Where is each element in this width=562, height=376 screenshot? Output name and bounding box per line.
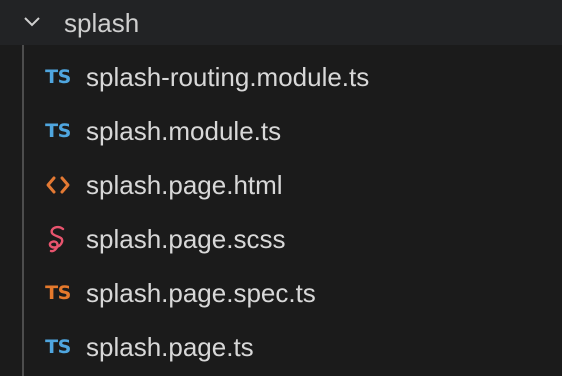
file-row-splash-page-ts[interactable]: TS splash.page.ts <box>0 322 562 376</box>
typescript-icon: TS <box>45 336 71 358</box>
file-explorer: splash TS splash-routing.module.ts TS sp… <box>0 0 562 376</box>
file-row-splash-module[interactable]: TS splash.module.ts <box>0 106 562 160</box>
file-row-splash-page-scss[interactable]: splash.page.scss <box>0 214 562 268</box>
file-name: splash.page.ts <box>86 332 254 362</box>
folder-row-splash[interactable]: splash <box>0 0 562 45</box>
file-row-splash-routing-module[interactable]: TS splash-routing.module.ts <box>0 52 562 106</box>
file-name: splash.page.html <box>86 170 283 200</box>
file-name: splash.module.ts <box>86 116 282 146</box>
chevron-down-icon[interactable] <box>22 12 42 32</box>
folder-label: splash <box>64 8 140 38</box>
typescript-icon: TS <box>45 66 71 88</box>
file-row-splash-page-spec-ts[interactable]: TS splash.page.spec.ts <box>0 268 562 322</box>
file-name: splash.page.spec.ts <box>86 278 316 308</box>
file-name: splash.page.scss <box>86 224 286 254</box>
typescript-test-icon: TS <box>45 282 71 304</box>
html-icon <box>40 170 76 200</box>
file-name: splash-routing.module.ts <box>86 62 370 92</box>
file-row-splash-page-html[interactable]: splash.page.html <box>0 160 562 214</box>
typescript-icon: TS <box>45 120 71 142</box>
sass-icon <box>40 224 76 254</box>
